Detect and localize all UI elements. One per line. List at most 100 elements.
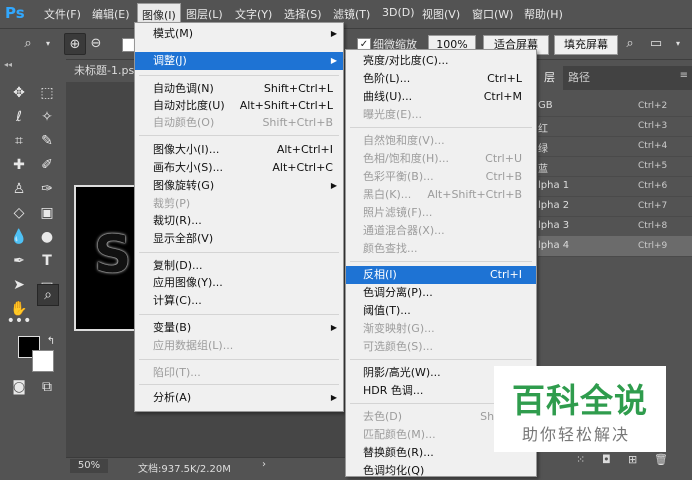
image-menu-item[interactable]: 自动对比度(U) Alt+Shift+Ctrl+L: [135, 97, 343, 115]
adjust-menu-item[interactable]: 色调均化(Q): [346, 462, 536, 480]
lasso-tool-icon[interactable]: ℓ: [8, 106, 30, 128]
delete-channel-icon[interactable]: 🗑: [654, 453, 668, 466]
history-brush-icon[interactable]: ✑: [36, 178, 58, 200]
fill-screen-button[interactable]: 填充屏幕: [554, 35, 618, 55]
save-selection-icon[interactable]: ◘: [602, 453, 611, 466]
image-menu-item[interactable]: 调整(J) ▶: [135, 52, 343, 70]
panel-menu-icon[interactable]: ≡: [680, 70, 688, 81]
image-menu-item[interactable]: 自动色调(N) Shift+Ctrl+L: [135, 80, 343, 98]
image-menu-item[interactable]: 显示全部(V): [135, 230, 343, 248]
channel-row[interactable]: 绿 Ctrl+4: [538, 136, 692, 157]
channel-row[interactable]: 蓝 Ctrl+5: [538, 156, 692, 177]
channel-row[interactable]: lpha 4 Ctrl+9: [538, 236, 692, 257]
path-selection-icon[interactable]: ➤: [8, 274, 30, 296]
eyedropper-icon[interactable]: ✎: [36, 130, 58, 152]
menu-layer[interactable]: 图层(L): [186, 6, 223, 22]
menu-item-label: 复制(D)...: [153, 259, 203, 272]
menu-item-label: 色调分离(P)...: [363, 286, 433, 299]
crop-tool-icon[interactable]: ⌗: [8, 130, 30, 152]
menu-item-label: HDR 色调...: [363, 384, 424, 397]
adjust-menu-item[interactable]: 色阶(L)... Ctrl+L: [346, 70, 536, 88]
zoom-tool-icon[interactable]: ⌕: [37, 284, 59, 306]
image-menu-item[interactable]: 复制(D)...: [135, 257, 343, 275]
search-icon[interactable]: ⌕: [620, 33, 640, 53]
menu-view[interactable]: 视图(V): [422, 6, 460, 22]
image-menu-item[interactable]: 应用图像(Y)...: [135, 274, 343, 292]
image-menu-item[interactable]: 模式(M) ▶: [135, 25, 343, 43]
move-tool-icon[interactable]: ✥: [8, 82, 30, 104]
menu-filter[interactable]: 滤镜(T): [333, 6, 370, 22]
menu-item-label: 自动对比度(U): [153, 99, 225, 112]
gradient-icon[interactable]: ▣: [36, 202, 58, 224]
menu-separator: [350, 261, 532, 262]
image-menu-item[interactable]: 变量(B) ▶: [135, 319, 343, 337]
magic-wand-icon[interactable]: ✧: [36, 106, 58, 128]
adjust-menu-item[interactable]: 色调分离(P)...: [346, 284, 536, 302]
image-menu-item[interactable]: 图像大小(I)... Alt+Ctrl+I: [135, 141, 343, 159]
adjust-menu-item[interactable]: 阈值(T)...: [346, 302, 536, 320]
channel-row[interactable]: lpha 3 Ctrl+8: [538, 216, 692, 237]
type-tool-icon[interactable]: T: [36, 250, 58, 272]
menu-item-shortcut: Ctrl+B: [485, 170, 522, 183]
menu-item-label: 颜色查找...: [363, 242, 418, 255]
menu-3d[interactable]: 3D(D): [382, 6, 415, 19]
zoom-tool-icon[interactable]: ⌕: [18, 33, 38, 53]
menu-edit[interactable]: 编辑(E): [92, 6, 130, 22]
screen-mode-icon[interactable]: ⧉: [36, 376, 58, 398]
background-color-swatch[interactable]: [32, 350, 54, 372]
clone-stamp-icon[interactable]: ♙: [8, 178, 30, 200]
quick-mask-icon[interactable]: ◙: [8, 376, 30, 398]
brush-tool-icon[interactable]: ✐: [36, 154, 58, 176]
more-tools-icon[interactable]: •••: [7, 310, 32, 332]
collapse-icon[interactable]: ◂◂: [4, 60, 12, 69]
tab-paths[interactable]: 路径: [560, 66, 598, 90]
menu-separator: [139, 384, 339, 385]
swap-colors-icon[interactable]: ↰: [40, 330, 62, 352]
zoom-out-icon[interactable]: ⊖: [86, 33, 106, 53]
channel-shortcut: Ctrl+9: [638, 241, 668, 251]
zoom-level[interactable]: 50%: [70, 459, 108, 473]
adjust-menu-item[interactable]: 曲线(U)... Ctrl+M: [346, 88, 536, 106]
zoom-in-icon[interactable]: ⊕: [64, 33, 86, 55]
submenu-arrow-icon: ▶: [330, 181, 337, 190]
channel-shortcut: Ctrl+5: [638, 161, 668, 171]
channel-row[interactable]: lpha 2 Ctrl+7: [538, 196, 692, 217]
channel-name: GB: [538, 100, 553, 111]
document-canvas[interactable]: S: [74, 185, 142, 331]
channel-name: lpha 3: [538, 220, 570, 231]
healing-brush-icon[interactable]: ✚: [8, 154, 30, 176]
menu-item-shortcut: Alt+Shift+Ctrl+B: [427, 188, 522, 201]
menu-window[interactable]: 窗口(W): [472, 6, 513, 22]
adjust-menu-item[interactable]: 反相(I) Ctrl+I: [346, 266, 536, 284]
menu-item-label: 应用数据组(L)...: [153, 339, 234, 352]
load-selection-icon[interactable]: ⁙: [576, 453, 585, 466]
adjust-menu-item[interactable]: 亮度/对比度(C)...: [346, 52, 536, 70]
image-menu-item[interactable]: 分析(A) ▶: [135, 389, 343, 407]
chevron-down-icon[interactable]: ▾: [38, 33, 58, 53]
image-menu-item[interactable]: 裁切(R)...: [135, 212, 343, 230]
menu-file[interactable]: 文件(F): [44, 6, 81, 22]
menu-select[interactable]: 选择(S): [284, 6, 322, 22]
pen-tool-icon[interactable]: ✒: [8, 250, 30, 272]
menu-item-label: 模式(M): [153, 27, 194, 40]
info-menu-arrow[interactable]: ›: [262, 459, 266, 470]
channel-row[interactable]: 红 Ctrl+3: [538, 116, 692, 137]
adjust-menu-item: 自然饱和度(V)...: [346, 132, 536, 150]
image-menu-item[interactable]: 画布大小(S)... Alt+Ctrl+C: [135, 159, 343, 177]
chevron-down-icon[interactable]: ▾: [668, 33, 688, 53]
image-menu-item[interactable]: 计算(C)...: [135, 292, 343, 310]
channel-row[interactable]: lpha 1 Ctrl+6: [538, 176, 692, 197]
photoshop-logo: Ps: [5, 4, 25, 22]
eraser-icon[interactable]: ◇: [8, 202, 30, 224]
workspace-icon[interactable]: ▭: [646, 33, 666, 53]
dodge-tool-icon[interactable]: ●: [36, 226, 58, 248]
menu-help[interactable]: 帮助(H): [524, 6, 563, 22]
menu-item-label: 通道混合器(X)...: [363, 224, 445, 237]
image-menu-item[interactable]: 图像旋转(G) ▶: [135, 177, 343, 195]
marquee-tool-icon[interactable]: ⬚: [36, 82, 58, 104]
new-channel-icon[interactable]: ⊞: [628, 453, 637, 466]
blur-tool-icon[interactable]: 💧: [8, 226, 30, 248]
channel-row[interactable]: GB Ctrl+2: [538, 96, 692, 117]
tab-channels[interactable]: 层: [536, 66, 563, 90]
menu-type[interactable]: 文字(Y): [235, 6, 272, 22]
